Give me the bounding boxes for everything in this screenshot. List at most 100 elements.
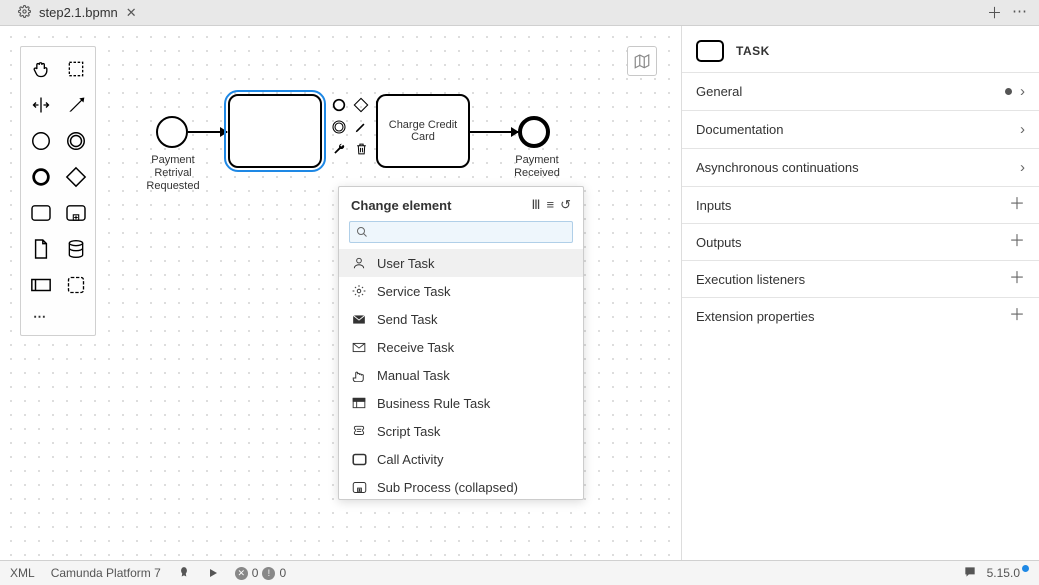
change-element-popup: Change element Ⅲ ≡ ↺ User Task Service Ta…	[338, 186, 584, 500]
popup-item-label: Script Task	[377, 424, 440, 439]
props-section-label: Outputs	[696, 235, 742, 250]
view-xml-button[interactable]: XML	[10, 566, 35, 580]
task-charge-credit-card[interactable]: Charge Credit Card	[376, 94, 470, 168]
props-section-label: Asynchronous continuations	[696, 160, 859, 175]
props-section-general[interactable]: General ›	[682, 72, 1039, 110]
call-activity-icon	[351, 451, 367, 467]
send-task-icon	[351, 311, 367, 327]
engine-label[interactable]: Camunda Platform 7	[51, 566, 161, 580]
task-tool[interactable]	[23, 195, 58, 231]
deploy-icon[interactable]	[177, 566, 191, 580]
pad-append-intermediate-event-icon[interactable]	[330, 118, 348, 136]
start-event-label: Payment Retrival Requested	[132, 154, 214, 194]
popup-item-business-rule-task[interactable]: Business Rule Task	[339, 389, 583, 417]
minimap-toggle[interactable]	[627, 46, 657, 76]
props-section-asynchronous-continuations[interactable]: Asynchronous continuations ›	[682, 148, 1039, 186]
props-section-control: ＋	[1009, 234, 1025, 250]
popup-item-send-task[interactable]: Send Task	[339, 305, 583, 333]
file-tab[interactable]: step2.1.bpmn ✕	[8, 1, 147, 25]
popup-search-input[interactable]	[374, 225, 566, 239]
gear-icon	[18, 5, 31, 21]
end-event-tool[interactable]	[23, 159, 58, 195]
popup-item-user-task[interactable]: User Task	[339, 249, 583, 277]
popup-item-receive-task[interactable]: Receive Task	[339, 333, 583, 361]
popup-reset-icon[interactable]: ↺	[560, 197, 571, 213]
popup-item-call-activity[interactable]: Call Activity	[339, 445, 583, 473]
props-section-control: ＋	[1009, 197, 1025, 213]
popup-item-manual-task[interactable]: Manual Task	[339, 361, 583, 389]
tab-close-icon[interactable]: ✕	[126, 5, 137, 21]
new-tab-button[interactable]: ＋	[987, 2, 1002, 23]
popup-item-script-task[interactable]: Script Task	[339, 417, 583, 445]
global-connect-tool[interactable]	[58, 87, 93, 123]
problems-counter[interactable]: ✕0 !0	[235, 566, 286, 580]
props-section-control: ›	[1020, 159, 1025, 176]
end-event[interactable]	[518, 116, 550, 148]
pad-wrench-icon[interactable]	[330, 140, 348, 158]
popup-item-label: Sub Process (collapsed)	[377, 480, 518, 495]
props-section-extension-properties[interactable]: Extension properties ＋	[682, 297, 1039, 334]
start-event-tool[interactable]	[23, 123, 58, 159]
flow-3[interactable]	[470, 131, 518, 133]
participant-tool[interactable]	[23, 267, 58, 303]
popup-layout-tiles-icon[interactable]: Ⅲ	[532, 197, 541, 213]
popup-search[interactable]	[349, 221, 573, 243]
props-section-label: General	[696, 84, 742, 99]
props-section-control: ›	[1005, 83, 1025, 100]
popup-layout-list-icon[interactable]: ≡	[547, 197, 555, 213]
popup-item-service-task[interactable]: Service Task	[339, 277, 583, 305]
status-bar: XML Camunda Platform 7 ✕0 !0 5.15.0	[0, 560, 1039, 585]
subprocess-expanded-tool[interactable]	[58, 195, 93, 231]
props-section-label: Inputs	[696, 198, 731, 213]
props-section-inputs[interactable]: Inputs ＋	[682, 186, 1039, 223]
popup-item-label: User Task	[377, 256, 435, 271]
tools-palette: ⋯	[20, 46, 96, 336]
props-section-documentation[interactable]: Documentation›	[682, 110, 1039, 148]
props-section-control: ＋	[1009, 308, 1025, 324]
version-label[interactable]: 5.15.0	[987, 566, 1029, 580]
pad-delete-icon[interactable]	[352, 140, 370, 158]
start-event[interactable]	[156, 116, 188, 148]
pad-append-end-event-icon[interactable]	[330, 96, 348, 114]
lasso-tool[interactable]	[58, 51, 93, 87]
hand-tool[interactable]	[23, 51, 58, 87]
props-section-outputs[interactable]: Outputs ＋	[682, 223, 1039, 260]
flow-1[interactable]	[188, 131, 227, 133]
popup-list: User Task Service Task Send Task Receive Ta…	[339, 249, 583, 499]
gateway-tool[interactable]	[58, 159, 93, 195]
start-instance-icon[interactable]	[207, 567, 219, 579]
feedback-icon[interactable]	[963, 565, 977, 582]
business-rule-task-icon	[351, 395, 367, 411]
properties-panel: TASK General›Documentation›Asynchronous …	[681, 26, 1039, 560]
props-section-label: Extension properties	[696, 309, 815, 324]
tab-bar: step2.1.bpmn ✕ ＋ ⋯	[0, 0, 1039, 26]
props-section-execution-listeners[interactable]: Execution listeners ＋	[682, 260, 1039, 297]
receive-task-icon	[351, 339, 367, 355]
user-task-icon	[351, 255, 367, 271]
diagram-canvas[interactable]: ⋯ Payment Retrival Requested Charge Cred…	[0, 26, 681, 560]
popup-item-label: Receive Task	[377, 340, 454, 355]
data-object-tool[interactable]	[23, 231, 58, 267]
palette-more[interactable]: ⋯	[23, 303, 93, 331]
props-section-label: Execution listeners	[696, 272, 805, 287]
pad-append-gateway-icon[interactable]	[352, 96, 370, 114]
data-store-tool[interactable]	[58, 231, 93, 267]
props-section-control: ＋	[1009, 271, 1025, 287]
popup-item-label: Service Task	[377, 284, 450, 299]
subprocess-icon	[351, 479, 367, 495]
intermediate-throw-event-tool[interactable]	[58, 123, 93, 159]
manual-task-icon	[351, 367, 367, 383]
space-tool[interactable]	[23, 87, 58, 123]
service-task-icon	[351, 283, 367, 299]
group-tool[interactable]	[58, 267, 93, 303]
task-charge-label: Charge Credit Card	[382, 119, 464, 143]
pad-change-element-icon[interactable]	[352, 118, 370, 136]
tab-menu-button[interactable]: ⋯	[1012, 2, 1027, 23]
task-blank[interactable]	[228, 94, 322, 168]
popup-item-subprocess[interactable]: Sub Process (collapsed)	[339, 473, 583, 499]
search-icon	[356, 226, 368, 238]
script-task-icon	[351, 423, 367, 439]
popup-title: Change element	[351, 198, 451, 213]
props-section-label: Documentation	[696, 122, 783, 137]
popup-item-label: Send Task	[377, 312, 437, 327]
